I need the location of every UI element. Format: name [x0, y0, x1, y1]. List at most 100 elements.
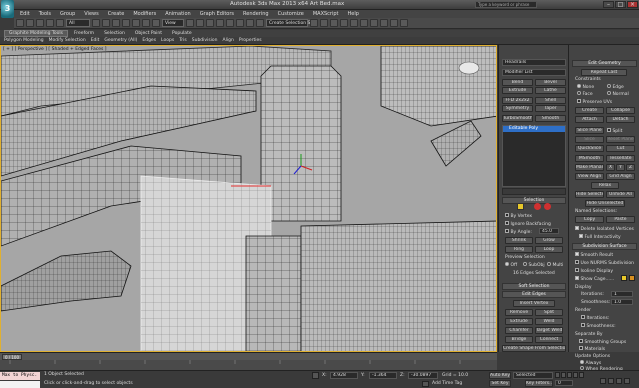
ffd-button[interactable]: FFD 2x2x2 — [502, 97, 533, 104]
symmetry-button[interactable]: Symmetry — [502, 105, 533, 112]
track-bar[interactable] — [0, 360, 497, 370]
cut-button[interactable]: Cut — [606, 145, 635, 152]
full-interactivity-option[interactable]: Full Interactivity — [579, 234, 621, 240]
keyboard-shortcut-override-icon[interactable] — [206, 19, 214, 27]
search-input[interactable]: Type a keyword or phrase — [475, 1, 537, 8]
edit-edges-rollout-header[interactable]: Edit Edges — [502, 291, 566, 298]
schematic-view-icon[interactable] — [360, 19, 368, 27]
pivot-point-icon[interactable] — [186, 19, 194, 27]
hide-unselected-button[interactable]: Hide Unselected — [585, 200, 625, 207]
selection-filter-dropdown[interactable]: All — [66, 19, 90, 27]
tessellate-button[interactable]: Tessellate — [606, 155, 635, 162]
constraint-normal-option[interactable]: Normal — [607, 91, 629, 97]
slice-button[interactable]: Slice — [575, 136, 604, 143]
constraint-none-option[interactable]: None — [577, 84, 594, 90]
smoothness-input[interactable]: 1.0 — [611, 299, 633, 305]
smooth-result-option[interactable]: Smooth Result — [575, 252, 613, 258]
set-key-button[interactable]: Set Key — [489, 380, 511, 387]
grid-align-button[interactable]: Grid Align — [606, 173, 635, 180]
mirror-icon[interactable] — [310, 19, 318, 27]
menu-modifiers[interactable]: Modifiers — [133, 11, 156, 17]
detach-button[interactable]: Detach — [606, 116, 635, 123]
menu-tools[interactable]: Tools — [39, 11, 51, 17]
menu-group[interactable]: Group — [60, 11, 75, 17]
panel-loops[interactable]: Loops — [161, 38, 174, 43]
graphite-toggle-icon[interactable] — [340, 19, 348, 27]
edge-mode-icon[interactable] — [534, 203, 541, 210]
select-by-name-icon[interactable] — [102, 19, 110, 27]
border-mode-icon[interactable] — [544, 203, 551, 210]
rotate-icon[interactable] — [142, 19, 150, 27]
menu-maxscript[interactable]: MAXScript — [313, 11, 339, 17]
grow-button[interactable]: Grow — [535, 237, 563, 244]
rendered-frame-window-icon[interactable] — [390, 19, 398, 27]
materials-option[interactable]: Materials — [579, 346, 605, 352]
maxscript-listener[interactable]: Max to Physc. — [0, 372, 40, 380]
cage-color-swatch[interactable] — [621, 275, 627, 281]
maxscript-input[interactable] — [0, 381, 40, 388]
cage-selection-color-swatch[interactable] — [629, 275, 635, 281]
tab-object-paint[interactable]: Object Paint — [131, 31, 166, 36]
add-time-tag-icon[interactable] — [422, 381, 429, 387]
extrude-button[interactable]: Extrude — [502, 87, 533, 94]
viewport-label[interactable]: [ + ] [ Perspective ] [ Shaded + Edged F… — [3, 47, 107, 52]
render-smoothness-option[interactable]: Smoothness: — [581, 323, 616, 329]
constraint-edge-option[interactable]: Edge — [607, 84, 624, 90]
lathe-button[interactable]: Lathe — [535, 87, 566, 94]
slice-plane-button[interactable]: Slice Plane — [575, 127, 604, 134]
copy-button[interactable]: Copy — [575, 216, 604, 223]
zoom-all-icon[interactable] — [608, 378, 614, 384]
menu-create[interactable]: Create — [108, 11, 125, 17]
maximize-button[interactable]: □ — [615, 1, 626, 8]
split-option[interactable]: Split — [607, 128, 622, 134]
shell-button[interactable]: Shell — [535, 97, 566, 104]
x-coord-input[interactable]: 4.928 — [330, 372, 358, 379]
render-iterations-option[interactable]: Iterations: — [581, 315, 609, 321]
remove-button[interactable]: Remove — [505, 309, 533, 316]
app-logo-icon[interactable]: 3 — [1, 0, 14, 18]
render-setup-icon[interactable] — [380, 19, 388, 27]
planar-y-button[interactable]: Y — [616, 164, 625, 171]
object-name-field[interactable]: Headrails — [502, 59, 566, 66]
ignore-backfacing-option[interactable]: Ignore Backfacing — [505, 221, 551, 227]
panel-tris[interactable]: Tris — [179, 38, 187, 43]
by-vertex-option[interactable]: By Vertex — [505, 213, 532, 219]
close-button[interactable]: × — [627, 1, 638, 8]
bend-button[interactable]: Bend — [502, 79, 533, 86]
weld-button[interactable]: Weld — [535, 318, 563, 325]
create-shape-button[interactable]: Create Shape From Selection — [502, 345, 566, 352]
menu-customize[interactable]: Customize — [278, 11, 304, 17]
menu-graph-editors[interactable]: Graph Editors — [200, 11, 234, 17]
snaps-toggle-icon[interactable] — [216, 19, 224, 27]
window-crossing-icon[interactable] — [122, 19, 130, 27]
panel-subdivision[interactable]: Subdivision — [192, 38, 218, 43]
preview-multi-option[interactable]: Multi — [547, 262, 563, 268]
menu-edit[interactable]: Edit — [20, 11, 30, 17]
menu-help[interactable]: Help — [348, 11, 359, 17]
layer-manager-icon[interactable] — [330, 19, 338, 27]
hide-selected-button[interactable]: Hide Selected — [575, 191, 604, 198]
tab-graphite-modeling-tools[interactable]: Graphite Modeling Tools — [4, 30, 69, 37]
previous-frame-icon[interactable] — [561, 372, 566, 378]
relax-button[interactable]: Relax — [591, 182, 619, 189]
smoothing-groups-option[interactable]: Smoothing Groups — [579, 339, 626, 345]
add-time-tag[interactable]: Add Time Tag — [432, 381, 462, 386]
redo-icon[interactable] — [26, 19, 34, 27]
iterations-input[interactable]: 1 — [611, 291, 633, 297]
ring-button[interactable]: Ring — [505, 246, 533, 253]
by-angle-input[interactable]: 45.0 — [539, 228, 559, 234]
go-to-end-icon[interactable] — [579, 372, 584, 378]
attach-button[interactable]: Attach — [575, 116, 604, 123]
zoom-icon[interactable] — [600, 378, 606, 384]
by-angle-option[interactable]: By Angle: — [505, 229, 532, 235]
stack-item-editable-poly[interactable]: Editable Poly — [503, 126, 565, 132]
selection-rollout-header[interactable]: Selection — [502, 197, 566, 204]
loop-button[interactable]: Loop — [535, 246, 563, 253]
smooth-button[interactable]: Smooth — [535, 115, 566, 122]
tab-selection[interactable]: Selection — [100, 31, 129, 36]
link-icon[interactable] — [36, 19, 44, 27]
modifier-list-dropdown[interactable]: Modifier List — [502, 69, 566, 76]
insert-vertex-button[interactable]: Insert Vertex — [513, 300, 555, 307]
spinner-snap-icon[interactable] — [246, 19, 254, 27]
delete-isolated-option[interactable]: Delete Isolated Vertices — [575, 226, 634, 232]
